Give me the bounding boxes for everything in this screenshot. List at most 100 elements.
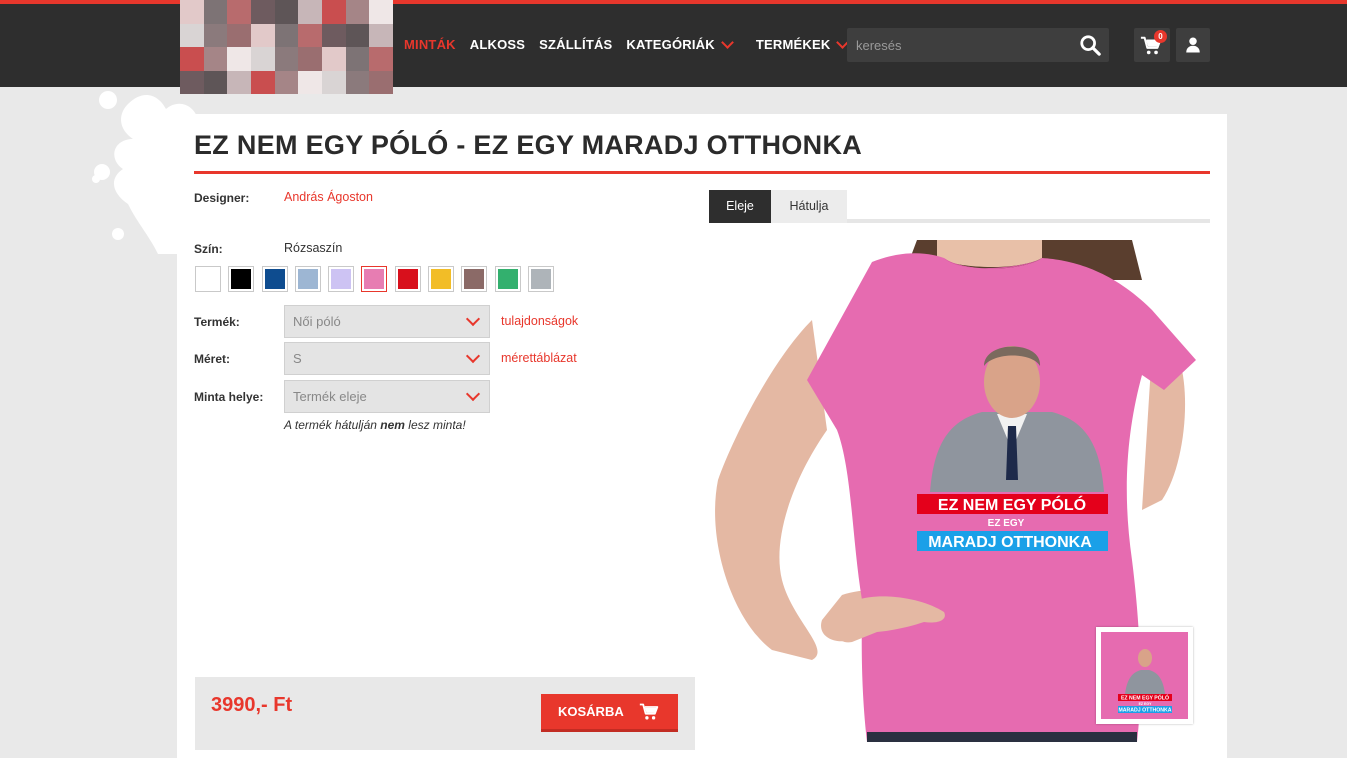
search-input[interactable] bbox=[847, 28, 1072, 62]
designer-link[interactable]: András Ágoston bbox=[284, 190, 373, 204]
cart-button[interactable]: 0 bbox=[1134, 28, 1170, 62]
logo-pixel bbox=[298, 47, 322, 71]
logo-pixel bbox=[274, 0, 299, 24]
nav-item-label: TERMÉKEK bbox=[755, 37, 831, 52]
price-box: 3990,- Ft KOSÁRBA bbox=[195, 677, 695, 750]
color-swatch[interactable] bbox=[394, 266, 421, 292]
print-text-line1: EZ NEM EGY PÓLÓ bbox=[938, 495, 1086, 514]
color-swatch[interactable] bbox=[294, 266, 321, 292]
logo-pixel bbox=[180, 70, 204, 94]
color-swatch[interactable] bbox=[261, 266, 288, 292]
product-price: 3990,- Ft bbox=[211, 694, 293, 716]
main-nav: MINTÁK ALKOSS SZÁLLÍTÁS KATEGÓRIÁK TERMÉ… bbox=[404, 35, 861, 52]
nav-item-label: KATEGÓRIÁK bbox=[626, 37, 715, 52]
logo-pixel bbox=[180, 0, 204, 24]
logo-pixel bbox=[298, 23, 322, 47]
logo-pixel bbox=[369, 0, 393, 24]
color-swatch-fill bbox=[264, 269, 285, 289]
color-swatch-fill bbox=[397, 269, 418, 289]
chevron-down-icon bbox=[465, 386, 481, 402]
tab-back[interactable]: Hátulja bbox=[771, 190, 847, 223]
logo-pixel bbox=[321, 23, 346, 47]
note-emphasis: nem bbox=[380, 418, 405, 432]
color-swatch[interactable] bbox=[461, 266, 488, 292]
color-swatch-fill bbox=[231, 269, 252, 289]
color-swatch[interactable] bbox=[428, 266, 455, 292]
size-chart-link[interactable]: mérettáblázat bbox=[501, 351, 577, 365]
add-to-cart-button[interactable]: KOSÁRBA bbox=[541, 694, 678, 732]
note-text: lesz minta! bbox=[404, 418, 466, 432]
color-swatch[interactable] bbox=[494, 266, 521, 292]
search-icon[interactable] bbox=[1079, 34, 1101, 56]
logo-pixel bbox=[227, 23, 251, 47]
color-swatch[interactable] bbox=[195, 266, 221, 292]
logo-pixel bbox=[274, 23, 299, 47]
color-swatch-fill bbox=[331, 269, 352, 289]
logo-pixel bbox=[298, 70, 322, 94]
product-type-label: Termék: bbox=[194, 315, 240, 329]
logo-pixel bbox=[203, 70, 228, 94]
color-swatch-fill bbox=[497, 269, 518, 289]
logo-pixel bbox=[250, 47, 275, 71]
color-swatch-fill bbox=[364, 269, 385, 289]
color-swatches bbox=[195, 266, 561, 292]
placement-label: Minta helye: bbox=[194, 390, 264, 404]
user-icon bbox=[1186, 37, 1200, 53]
print-text-line2: EZ EGY bbox=[988, 518, 1025, 529]
tab-front[interactable]: Eleje bbox=[709, 190, 771, 223]
size-select[interactable]: S bbox=[284, 342, 490, 375]
color-swatch-fill bbox=[431, 269, 452, 289]
page-title: EZ NEM EGY PÓLÓ - EZ EGY MARADJ OTTHONKA bbox=[194, 130, 1210, 174]
color-swatch[interactable] bbox=[328, 266, 355, 292]
placement-select[interactable]: Termék eleje bbox=[284, 380, 490, 413]
designer-label: Designer: bbox=[194, 191, 250, 205]
logo-pixel bbox=[345, 47, 370, 71]
logo-pixel bbox=[250, 0, 275, 24]
logo-pixel bbox=[345, 70, 370, 94]
nav-item-label: SZÁLLÍTÁS bbox=[539, 37, 613, 52]
chevron-down-icon bbox=[720, 35, 734, 49]
placement-value: Termék eleje bbox=[293, 389, 367, 404]
color-swatch[interactable] bbox=[527, 266, 554, 292]
nav-item-termekek[interactable]: TERMÉKEK bbox=[755, 35, 850, 52]
design-thumbnail[interactable]: EZ NEM EGY PÓLÓ EZ EGY MARADJ OTTHONKA bbox=[1096, 627, 1193, 724]
nav-item-alkoss[interactable]: ALKOSS bbox=[470, 37, 525, 52]
logo-pixel bbox=[250, 23, 275, 47]
logo-pixel bbox=[369, 23, 393, 47]
selected-color-name: Rózsaszín bbox=[284, 241, 343, 255]
logo-pixel bbox=[203, 0, 228, 24]
nav-item-szallitas[interactable]: SZÁLLÍTÁS bbox=[539, 37, 612, 52]
color-swatch-fill bbox=[297, 269, 318, 289]
logo-pixel bbox=[250, 70, 275, 94]
logo-pixel bbox=[321, 0, 346, 24]
logo-pixel bbox=[345, 23, 370, 47]
product-type-select[interactable]: Női póló bbox=[284, 305, 490, 338]
logo-pixel bbox=[274, 47, 299, 71]
logo-pixel bbox=[227, 47, 251, 71]
logo-pixel bbox=[321, 47, 346, 71]
logo-pixel bbox=[227, 70, 251, 94]
color-swatch[interactable] bbox=[228, 266, 255, 292]
nav-item-label: MINTÁK bbox=[404, 37, 456, 52]
nav-item-mintak[interactable]: MINTÁK bbox=[404, 37, 456, 52]
thumb-text-line1: EZ NEM EGY PÓLÓ bbox=[1121, 694, 1169, 702]
properties-link[interactable]: tulajdonságok bbox=[501, 314, 578, 328]
logo-pixel bbox=[180, 23, 204, 47]
note-text: A termék hátulján bbox=[284, 418, 381, 432]
logo-pixel bbox=[227, 0, 251, 24]
view-tabs: Eleje Hátulja bbox=[709, 190, 1210, 223]
color-swatch[interactable] bbox=[361, 266, 388, 292]
logo-pixel bbox=[369, 70, 393, 94]
back-print-note: A termék hátulján nem lesz minta! bbox=[284, 418, 466, 432]
add-to-cart-label: KOSÁRBA bbox=[558, 704, 624, 719]
search-bar bbox=[847, 28, 1109, 62]
nav-item-label: ALKOSS bbox=[469, 37, 526, 52]
size-label: Méret: bbox=[194, 352, 231, 366]
color-label: Szín: bbox=[194, 242, 223, 256]
nav-item-kategoriak[interactable]: KATEGÓRIÁK bbox=[626, 35, 734, 52]
user-account-button[interactable] bbox=[1176, 28, 1210, 62]
chevron-down-icon bbox=[465, 311, 481, 327]
product-type-value: Női póló bbox=[293, 314, 341, 329]
logo-pixel bbox=[345, 0, 370, 24]
site-logo[interactable] bbox=[180, 0, 393, 94]
